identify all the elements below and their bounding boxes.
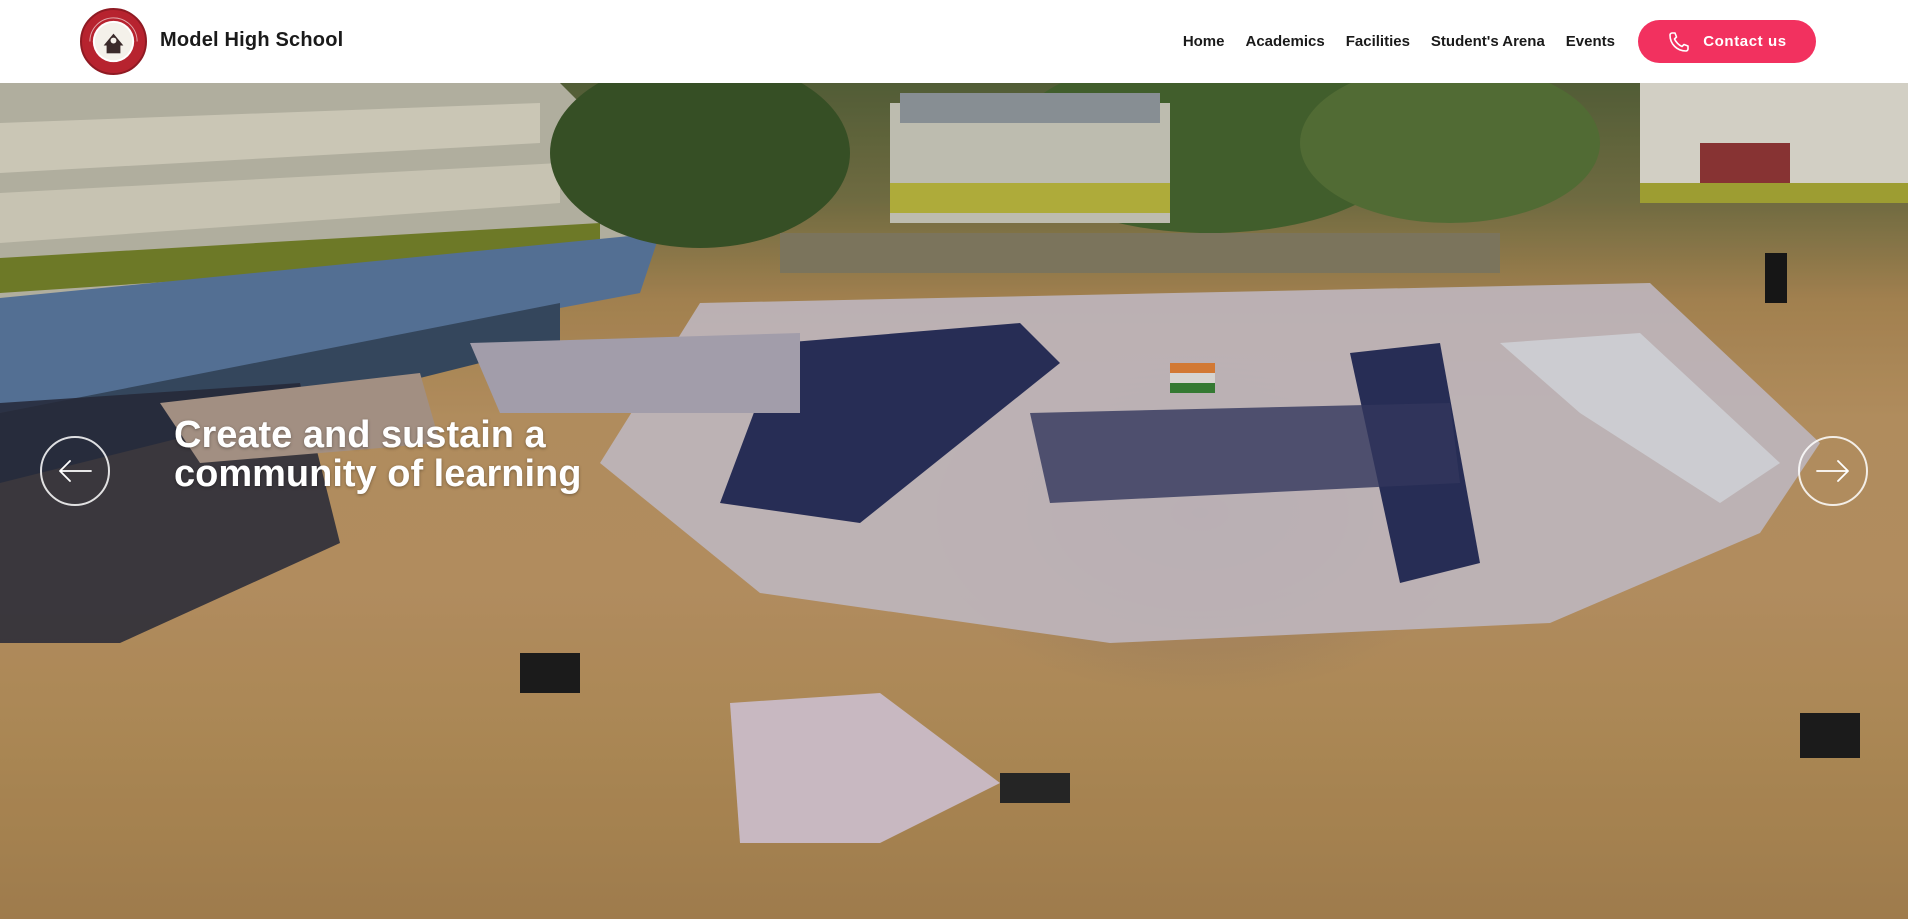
nav-students-arena[interactable]: Student's Arena — [1431, 33, 1545, 50]
school-crest-graphic — [83, 11, 144, 72]
arrow-right-icon — [1816, 460, 1849, 482]
hero-headline: Create and sustain a community of learni… — [174, 414, 582, 495]
main-nav: Home Academics Facilities Student's Aren… — [1183, 0, 1615, 83]
contact-us-label: Contact us — [1703, 33, 1787, 50]
slider-next-button[interactable] — [1798, 436, 1868, 506]
phone-icon — [1669, 31, 1690, 52]
site-header: Model High School Home Academics Facilit… — [0, 0, 1908, 83]
nav-events[interactable]: Events — [1566, 33, 1615, 50]
hero-slider: Create and sustain a community of learni… — [0, 83, 1908, 919]
site-title[interactable]: Model High School — [160, 29, 343, 52]
contact-us-button[interactable]: Contact us — [1638, 20, 1816, 63]
nav-home[interactable]: Home — [1183, 33, 1225, 50]
school-crest-icon[interactable] — [80, 8, 147, 75]
hero-dim-overlay — [0, 83, 1908, 919]
arrow-left-icon — [59, 460, 92, 482]
nav-academics[interactable]: Academics — [1246, 33, 1325, 50]
slider-prev-button[interactable] — [40, 436, 110, 506]
nav-facilities[interactable]: Facilities — [1346, 33, 1410, 50]
